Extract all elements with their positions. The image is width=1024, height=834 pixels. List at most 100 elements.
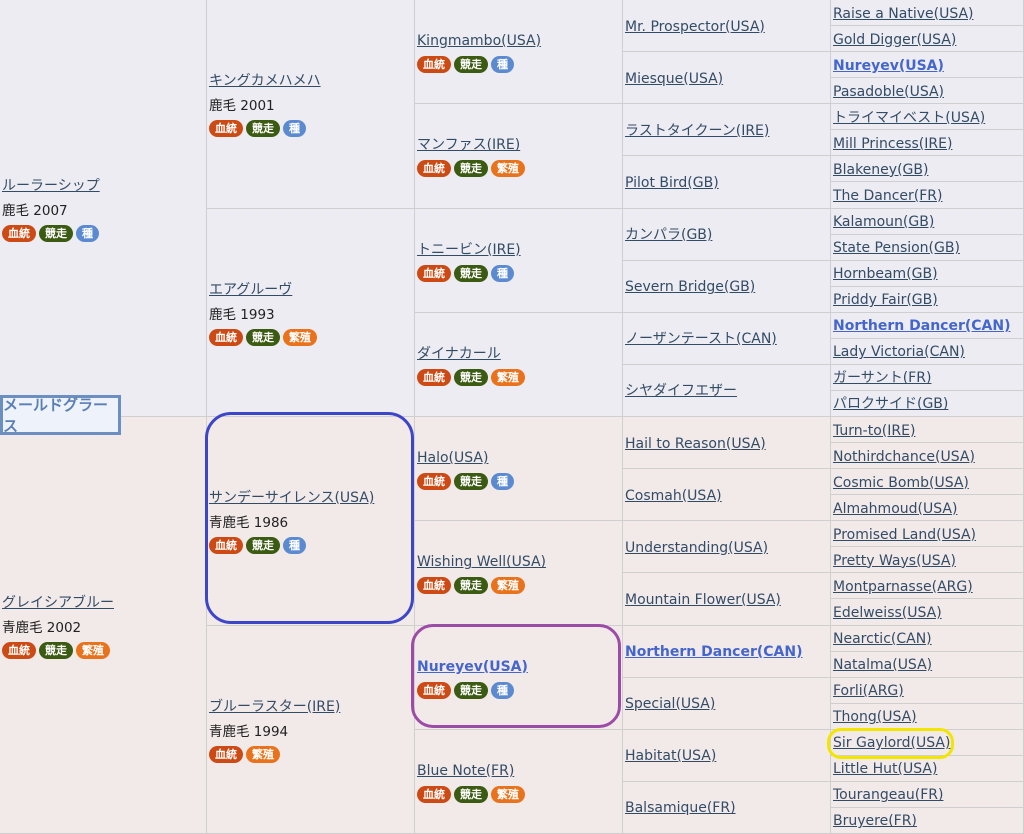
badge-shu[interactable]: 種 bbox=[76, 224, 99, 242]
badge-hanshoku[interactable]: 繁殖 bbox=[491, 785, 525, 803]
horse-name-link[interactable]: Edelweiss(USA) bbox=[833, 605, 942, 621]
horse-name-link[interactable]: Balsamique(FR) bbox=[625, 800, 736, 816]
badge-hanshoku[interactable]: 繁殖 bbox=[283, 328, 317, 346]
horse-name-link[interactable]: Wishing Well(USA) bbox=[417, 554, 546, 570]
badge-kyoso[interactable]: 競走 bbox=[454, 473, 488, 491]
badge-hanshoku[interactable]: 繁殖 bbox=[76, 641, 110, 659]
badge-hanshoku[interactable]: 繁殖 bbox=[491, 160, 525, 178]
horse-name-link[interactable]: サンデーサイレンス(USA) bbox=[209, 490, 374, 506]
badge-ketto[interactable]: 血統 bbox=[417, 577, 451, 595]
horse-name-link[interactable]: Nureyev(USA) bbox=[833, 58, 944, 74]
horse-name-link[interactable]: Little Hut(USA) bbox=[833, 761, 937, 777]
horse-name-link[interactable]: Turn-to(IRE) bbox=[833, 423, 915, 439]
badge-kyoso[interactable]: 競走 bbox=[39, 224, 73, 242]
horse-name-link[interactable]: ダイナカール bbox=[417, 346, 501, 362]
badge-kyoso[interactable]: 競走 bbox=[454, 56, 488, 74]
horse-name-link[interactable]: Tourangeau(FR) bbox=[833, 787, 943, 803]
horse-name-link[interactable]: Pilot Bird(GB) bbox=[625, 175, 719, 191]
badge-shu[interactable]: 種 bbox=[491, 473, 514, 491]
horse-name-link[interactable]: Hail to Reason(USA) bbox=[625, 436, 766, 452]
horse-name-link[interactable]: Kalamoun(GB) bbox=[833, 214, 934, 230]
horse-name-link[interactable]: Mountain Flower(USA) bbox=[625, 592, 781, 608]
badge-shu[interactable]: 種 bbox=[283, 537, 306, 555]
badge-shu[interactable]: 種 bbox=[491, 264, 514, 282]
horse-name-link[interactable]: Understanding(USA) bbox=[625, 540, 768, 556]
horse-name-link[interactable]: カンパラ(GB) bbox=[625, 227, 712, 243]
horse-name-link[interactable]: Gold Digger(USA) bbox=[833, 32, 956, 48]
badge-shu[interactable]: 種 bbox=[491, 56, 514, 74]
horse-name-link[interactable]: ノーザンテースト(CAN) bbox=[625, 331, 777, 347]
badge-ketto[interactable]: 血統 bbox=[417, 368, 451, 386]
horse-name-link[interactable]: ブルーラスター(IRE) bbox=[209, 699, 340, 715]
horse-name-link[interactable]: キングカメハメハ bbox=[209, 73, 321, 89]
badge-ketto[interactable]: 血統 bbox=[209, 745, 243, 763]
horse-name-link[interactable]: Halo(USA) bbox=[417, 450, 488, 466]
badge-kyoso[interactable]: 競走 bbox=[246, 328, 280, 346]
horse-name-link[interactable]: トニービン(IRE) bbox=[417, 242, 521, 258]
horse-name-link[interactable]: Blue Note(FR) bbox=[417, 763, 514, 779]
horse-name-link[interactable]: マンファス(IRE) bbox=[417, 137, 520, 153]
horse-name-link[interactable]: Northern Dancer(CAN) bbox=[625, 644, 803, 660]
horse-name-link[interactable]: Nureyev(USA) bbox=[417, 659, 528, 675]
horse-name-link[interactable]: Promised Land(USA) bbox=[833, 527, 976, 543]
badge-kyoso[interactable]: 競走 bbox=[454, 577, 488, 595]
badge-ketto[interactable]: 血統 bbox=[417, 56, 451, 74]
horse-name-link[interactable]: The Dancer(FR) bbox=[833, 188, 943, 204]
badge-ketto[interactable]: 血統 bbox=[417, 160, 451, 178]
badge-ketto[interactable]: 血統 bbox=[417, 264, 451, 282]
badge-ketto[interactable]: 血統 bbox=[2, 224, 36, 242]
badge-ketto[interactable]: 血統 bbox=[209, 120, 243, 138]
horse-name-link[interactable]: Thong(USA) bbox=[833, 709, 917, 725]
horse-name-link[interactable]: Habitat(USA) bbox=[625, 748, 716, 764]
horse-name-link[interactable]: Forli(ARG) bbox=[833, 683, 904, 699]
badge-kyoso[interactable]: 競走 bbox=[246, 537, 280, 555]
horse-name-link[interactable]: ガーサント(FR) bbox=[833, 370, 931, 386]
horse-name-link[interactable]: Natalma(USA) bbox=[833, 657, 932, 673]
horse-name-link[interactable]: Pretty Ways(USA) bbox=[833, 553, 956, 569]
horse-name-link[interactable]: Raise a Native(USA) bbox=[833, 6, 974, 22]
horse-name-link[interactable]: Pasadoble(USA) bbox=[833, 84, 944, 100]
horse-name-link[interactable]: Nearctic(CAN) bbox=[833, 631, 932, 647]
horse-name-link[interactable]: ラストタイクーン(IRE) bbox=[625, 123, 769, 139]
horse-name-link[interactable]: エアグルーヴ bbox=[209, 282, 292, 298]
horse-name-link[interactable]: Cosmah(USA) bbox=[625, 488, 722, 504]
horse-name-link[interactable]: Kingmambo(USA) bbox=[417, 33, 541, 49]
horse-name-link[interactable]: Almahmoud(USA) bbox=[833, 501, 957, 517]
badge-ketto[interactable]: 血統 bbox=[209, 537, 243, 555]
badge-hanshoku[interactable]: 繁殖 bbox=[246, 745, 280, 763]
badge-shu[interactable]: 種 bbox=[283, 120, 306, 138]
badge-ketto[interactable]: 血統 bbox=[417, 681, 451, 699]
horse-name-link[interactable]: Northern Dancer(CAN) bbox=[833, 318, 1011, 334]
badge-kyoso[interactable]: 競走 bbox=[246, 120, 280, 138]
badge-ketto[interactable]: 血統 bbox=[209, 328, 243, 346]
horse-name-link[interactable]: Mr. Prospector(USA) bbox=[625, 19, 765, 35]
horse-name-link[interactable]: パロクサイド(GB) bbox=[833, 396, 948, 412]
badge-shu[interactable]: 種 bbox=[491, 681, 514, 699]
horse-name-link[interactable]: Priddy Fair(GB) bbox=[833, 292, 938, 308]
horse-name-link[interactable]: Cosmic Bomb(USA) bbox=[833, 475, 969, 491]
badge-ketto[interactable]: 血統 bbox=[417, 785, 451, 803]
horse-name-link[interactable]: Montparnasse(ARG) bbox=[833, 579, 973, 595]
horse-name-link[interactable]: Miesque(USA) bbox=[625, 71, 723, 87]
badge-kyoso[interactable]: 競走 bbox=[454, 785, 488, 803]
badge-kyoso[interactable]: 競走 bbox=[454, 264, 488, 282]
badge-hanshoku[interactable]: 繁殖 bbox=[491, 577, 525, 595]
horse-name-link[interactable]: Severn Bridge(GB) bbox=[625, 279, 755, 295]
badge-ketto[interactable]: 血統 bbox=[2, 641, 36, 659]
horse-name-link[interactable]: Lady Victoria(CAN) bbox=[833, 344, 965, 360]
horse-name-link[interactable]: Special(USA) bbox=[625, 696, 715, 712]
badge-kyoso[interactable]: 競走 bbox=[454, 160, 488, 178]
horse-name-link[interactable]: トライマイベスト(USA) bbox=[833, 110, 985, 126]
horse-name-link[interactable]: State Pension(GB) bbox=[833, 240, 960, 256]
badge-kyoso[interactable]: 競走 bbox=[39, 641, 73, 659]
badge-kyoso[interactable]: 競走 bbox=[454, 368, 488, 386]
horse-name-link[interactable]: Blakeney(GB) bbox=[833, 162, 928, 178]
badge-kyoso[interactable]: 競走 bbox=[454, 681, 488, 699]
horse-name-link[interactable]: Nothirdchance(USA) bbox=[833, 449, 975, 465]
horse-name-link[interactable]: ルーラーシップ bbox=[2, 178, 100, 194]
horse-name-link[interactable]: Bruyere(FR) bbox=[833, 813, 917, 829]
horse-name-link[interactable]: Mill Princess(IRE) bbox=[833, 136, 952, 152]
horse-name-link[interactable]: Sir Gaylord(USA) bbox=[833, 735, 950, 751]
horse-name-link[interactable]: グレイシアブルー bbox=[2, 595, 114, 611]
badge-ketto[interactable]: 血統 bbox=[417, 473, 451, 491]
